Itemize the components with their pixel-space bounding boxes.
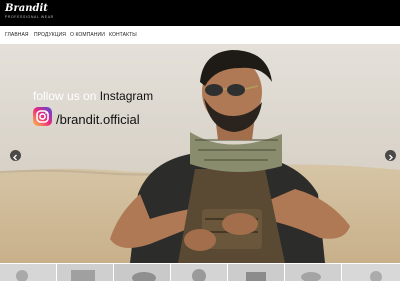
slider-prev-button[interactable] (10, 150, 21, 161)
hero-image (0, 44, 400, 263)
thumbnail-strip (0, 263, 400, 281)
nav-item-products[interactable]: ПРОДУКЦИЯ (34, 32, 66, 38)
nav-item-contacts[interactable]: КОНТАКТЫ (109, 32, 137, 38)
nav-item-about[interactable]: О КОМПАНИИ (70, 32, 105, 38)
follow-text: follow us on Instagram (33, 89, 153, 103)
slider-next-button[interactable] (385, 150, 396, 161)
main-nav: ГЛАВНАЯ ПРОДУКЦИЯ О КОМПАНИИ КОНТАКТЫ (0, 26, 400, 45)
logo-text: Brandit (5, 3, 48, 14)
nav-item-home[interactable]: ГЛАВНАЯ (5, 32, 29, 38)
thumbnail-item[interactable] (171, 264, 227, 281)
thumbnail-item[interactable] (228, 264, 284, 281)
thumbnail-item[interactable] (285, 264, 341, 281)
chevron-right-icon (389, 154, 393, 161)
thumbnail-item[interactable] (342, 264, 400, 281)
thumbnail-item[interactable] (57, 264, 113, 281)
brand-logo[interactable]: Brandit PROFESSIONAL WEAR (5, 3, 54, 19)
top-bar: Brandit PROFESSIONAL WEAR (0, 0, 400, 26)
thumbnail-item[interactable] (0, 264, 56, 281)
logo-tagline: PROFESSIONAL WEAR (5, 15, 54, 19)
platform-name: Instagram (99, 89, 154, 103)
follow-label: follow us on (33, 89, 97, 103)
chevron-left-icon (13, 154, 17, 161)
instagram-handle-link[interactable]: /brandit.official (56, 112, 140, 127)
instagram-icon[interactable] (33, 107, 52, 126)
thumbnail-item[interactable] (114, 264, 170, 281)
hero-slider: follow us on Instagram /brandit.official (0, 44, 400, 263)
